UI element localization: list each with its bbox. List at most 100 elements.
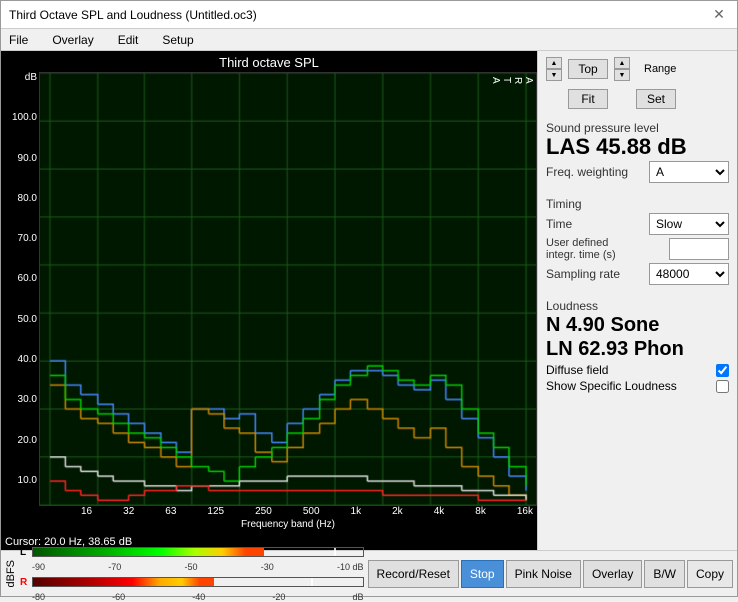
chart-container: dB 100.0 90.0 80.0 70.0 60.0 50.0 40.0 3… xyxy=(1,72,537,506)
time-row: Time Slow Fast xyxy=(546,213,729,235)
x-250: 250 xyxy=(255,506,272,517)
tick-r-80: -80 xyxy=(32,592,45,602)
y-50: 50.0 xyxy=(5,314,37,325)
loudness-section-label: Loudness xyxy=(546,299,729,313)
x-125: 125 xyxy=(207,506,224,517)
sampling-rate-row: Sampling rate 48000 44100 xyxy=(546,263,729,285)
user-defined-row: User defined integr. time (s) 10 xyxy=(546,237,729,261)
tick-l-30: -30 xyxy=(261,562,274,572)
range-down-btn[interactable]: ▼ xyxy=(614,69,630,81)
bw-btn[interactable]: B/W xyxy=(644,560,685,588)
y-40: 40.0 xyxy=(5,354,37,365)
chart-title: Third octave SPL xyxy=(1,51,537,72)
window-title: Third Octave SPL and Loudness (Untitled.… xyxy=(9,8,257,22)
tick-r-60: -60 xyxy=(112,592,125,602)
title-bar: Third Octave SPL and Loudness (Untitled.… xyxy=(1,1,737,29)
tick-l-90: -90 xyxy=(32,562,45,572)
right-panel: ▲ ▼ Top ▲ ▼ Range Fit Set Sound pressure… xyxy=(537,51,737,550)
y-80: 80.0 xyxy=(5,193,37,204)
tick-l-10: -10 dB xyxy=(337,562,364,572)
copy-btn[interactable]: Copy xyxy=(687,560,733,588)
x-1k: 1k xyxy=(351,506,362,517)
tick-r-db: dB xyxy=(353,592,364,602)
timing-section-label: Timing xyxy=(546,197,729,211)
overlay-btn[interactable]: Overlay xyxy=(583,560,642,588)
range-label: Range xyxy=(636,61,684,77)
meter-tick-top: -90 -70 -50 -30 -10 dB xyxy=(20,562,364,572)
spl-section: Sound pressure level LAS 45.88 dB Freq. … xyxy=(546,117,729,185)
top-down-btn[interactable]: ▼ xyxy=(546,69,562,81)
ln-value: LN 62.93 Phon xyxy=(546,337,729,361)
main-window: Third Octave SPL and Loudness (Untitled.… xyxy=(0,0,738,597)
x-8k: 8k xyxy=(475,506,486,517)
meter-r-row: R xyxy=(20,575,364,589)
x-16k: 16k xyxy=(517,506,533,517)
bottom-buttons: Record/Reset Stop Pink Noise Overlay B/W… xyxy=(368,560,733,588)
stop-btn[interactable]: Stop xyxy=(461,560,504,588)
x-32: 32 xyxy=(123,506,134,517)
fit-button[interactable]: Fit xyxy=(568,89,608,109)
menu-bar: File Overlay Edit Setup xyxy=(1,29,737,51)
db-label: dB xyxy=(5,72,37,83)
meter-r-label: R xyxy=(20,577,30,588)
freq-weighting-row: Freq. weighting A B C xyxy=(546,161,729,183)
close-button[interactable]: ✕ xyxy=(709,5,729,25)
set-button[interactable]: Set xyxy=(636,89,676,109)
top-up-btn[interactable]: ▲ xyxy=(546,57,562,69)
chart-inner: ARTA xyxy=(39,72,537,506)
y-60: 60.0 xyxy=(5,273,37,284)
main-content: Third octave SPL dB 100.0 90.0 80.0 70.0… xyxy=(1,51,737,550)
freq-weighting-label: Freq. weighting xyxy=(546,165,628,179)
meter-tick-bottom: -80 -60 -40 -20 dB xyxy=(20,592,364,602)
loudness-section: Loudness N 4.90 Sone LN 62.93 Phon Diffu… xyxy=(546,295,729,395)
x-axis-inner: 16 32 63 125 250 500 1k 2k 4k 8k 16k xyxy=(77,506,537,517)
show-specific-row: Show Specific Loudness xyxy=(546,379,729,393)
freq-label: Frequency band (Hz) xyxy=(39,519,537,530)
menu-file[interactable]: File xyxy=(5,33,32,47)
chart-canvas xyxy=(40,73,536,505)
time-label: Time xyxy=(546,217,572,231)
y-90: 90.0 xyxy=(5,153,37,164)
menu-setup[interactable]: Setup xyxy=(158,33,197,47)
top-controls: ▲ ▼ Top ▲ ▼ Range xyxy=(546,57,729,81)
bottom-bar: dBFS L -90 -70 -50 -30 -10 dB R xyxy=(1,550,737,596)
menu-edit[interactable]: Edit xyxy=(114,33,143,47)
tick-l-70: -70 xyxy=(108,562,121,572)
fit-controls: Fit Set xyxy=(546,89,729,109)
show-specific-checkbox[interactable] xyxy=(716,380,729,393)
pink-noise-btn[interactable]: Pink Noise xyxy=(506,560,581,588)
spl-value: LAS 45.88 dB xyxy=(546,135,729,159)
top-button[interactable]: Top xyxy=(568,59,608,79)
tick-r-40: -40 xyxy=(192,592,205,602)
user-defined-label: User defined integr. time (s) xyxy=(546,237,636,261)
top-spin-group: ▲ ▼ xyxy=(546,57,562,81)
range-spin-group: ▲ ▼ xyxy=(614,57,630,81)
spl-section-label: Sound pressure level xyxy=(546,121,729,135)
y-10: 10.0 xyxy=(5,475,37,486)
sampling-rate-select[interactable]: 48000 44100 xyxy=(649,263,729,285)
x-63: 63 xyxy=(165,506,176,517)
x-16: 16 xyxy=(81,506,92,517)
user-defined-input[interactable]: 10 xyxy=(669,238,729,260)
x-axis-row: 16 32 63 125 250 500 1k 2k 4k 8k 16k xyxy=(1,506,537,519)
tick-r-20: -20 xyxy=(272,592,285,602)
y-70: 70.0 xyxy=(5,233,37,244)
x-4k: 4k xyxy=(434,506,445,517)
time-select[interactable]: Slow Fast xyxy=(649,213,729,235)
y-20: 20.0 xyxy=(5,435,37,446)
freq-weighting-select[interactable]: A B C xyxy=(649,161,729,183)
diffuse-field-row: Diffuse field xyxy=(546,363,729,377)
meter-wrapper: L -90 -70 -50 -30 -10 dB R xyxy=(20,545,364,602)
dbfs-label: dBFS xyxy=(5,560,17,588)
y-100: 100.0 xyxy=(5,112,37,123)
n-value: N 4.90 Sone xyxy=(546,313,729,337)
arta-label: ARTA xyxy=(490,77,534,84)
y-30: 30.0 xyxy=(5,394,37,405)
record-reset-btn[interactable]: Record/Reset xyxy=(368,560,459,588)
diffuse-field-checkbox[interactable] xyxy=(716,364,729,377)
y-axis: dB 100.0 90.0 80.0 70.0 60.0 50.0 40.0 3… xyxy=(1,72,39,506)
menu-overlay[interactable]: Overlay xyxy=(48,33,97,47)
tick-l-50: -50 xyxy=(185,562,198,572)
range-up-btn[interactable]: ▲ xyxy=(614,57,630,69)
x-500: 500 xyxy=(303,506,320,517)
